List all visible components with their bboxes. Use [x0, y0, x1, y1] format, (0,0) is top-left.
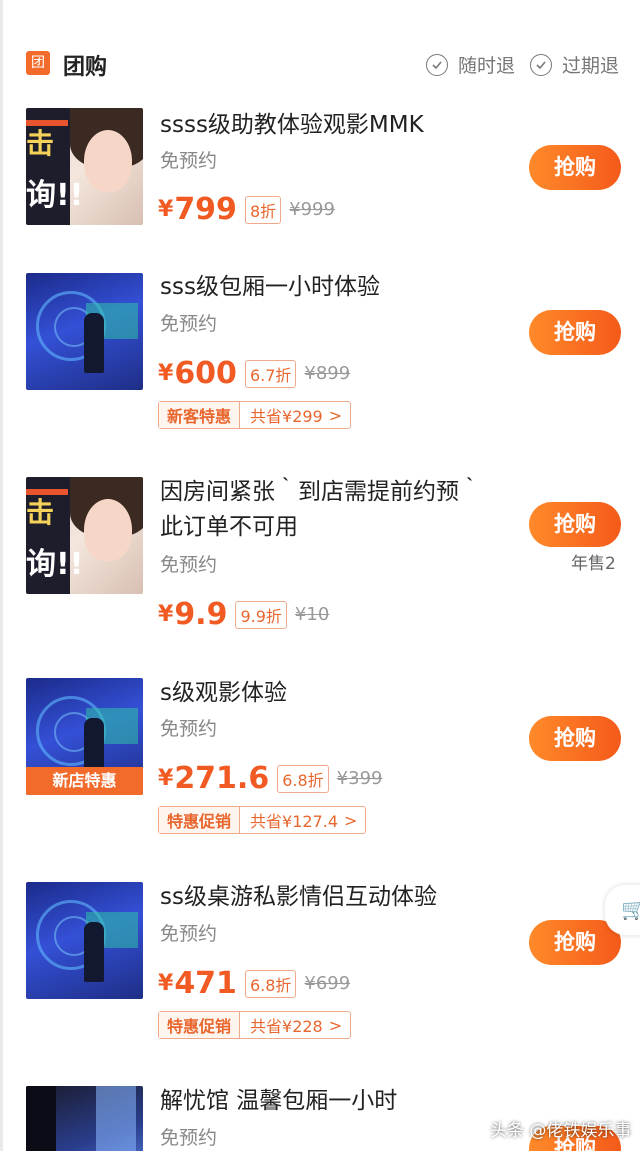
- refund-anytime-badge: 随时退: [426, 51, 515, 78]
- refund-anytime-label: 随时退: [458, 55, 516, 77]
- deal-price: 799: [174, 192, 237, 227]
- thumb-text-bottom: 询!!: [26, 547, 84, 582]
- deal-title[interactable]: sss级包厢一小时体验: [160, 270, 380, 304]
- deal-thumbnail[interactable]: [26, 882, 143, 999]
- deal-price: 9.9: [174, 597, 228, 632]
- promo-savings: 共省¥299: [250, 407, 323, 426]
- buy-button[interactable]: 抢购: [529, 145, 621, 190]
- currency-symbol: ¥: [158, 197, 174, 222]
- discount-badge: 6.7折: [244, 359, 297, 388]
- original-price: ¥999: [289, 199, 335, 220]
- promo-tag[interactable]: 新客特惠 共省¥299 >: [158, 401, 352, 429]
- check-circle-icon: [530, 53, 552, 76]
- deal-price: 600: [174, 356, 237, 391]
- thumb-text-bottom: 询!!: [26, 178, 84, 213]
- new-store-tag: 新店特惠: [26, 767, 143, 795]
- deal-thumbnail[interactable]: 击 询!!: [26, 477, 143, 594]
- promo-tag[interactable]: 特惠促销 共省¥228 >: [158, 1011, 352, 1039]
- chevron-right-icon: >: [328, 405, 343, 425]
- buy-button[interactable]: 抢购: [529, 716, 621, 761]
- buy-button[interactable]: 抢购: [529, 920, 621, 965]
- deal-item[interactable]: ss级桌游私影情侣互动体验 免预约 ¥ 471 6.8折 ¥699 特惠促销 共…: [0, 882, 640, 1042]
- thumb-text-top: 击: [26, 127, 55, 160]
- promo-label: 特惠促销: [159, 1012, 241, 1038]
- deal-subtitle: 免预约: [160, 718, 218, 740]
- price-row: ¥ 600 6.7折 ¥899: [158, 356, 350, 391]
- deal-subtitle: 免预约: [160, 923, 218, 945]
- floating-cart-button[interactable]: 🛒: [605, 885, 640, 935]
- annual-sales: 年售2: [571, 554, 616, 574]
- deal-item[interactable]: sss级包厢一小时体验 免预约 ¥ 600 6.7折 ¥899 新客特惠 共省¥…: [0, 273, 640, 433]
- buy-button[interactable]: 抢购: [529, 502, 621, 547]
- deal-subtitle: 免预约: [160, 554, 218, 576]
- thumb-text-top: 击: [26, 496, 55, 529]
- deal-title[interactable]: s级观影体验: [160, 676, 287, 710]
- price-row: ¥ 471 6.8折 ¥699: [158, 966, 350, 1001]
- currency-symbol: ¥: [158, 766, 174, 791]
- watermark: 头条 @佬铁娱乐事: [490, 1121, 632, 1141]
- original-price: ¥10: [294, 604, 330, 625]
- thumb-person: [84, 313, 104, 373]
- deal-title[interactable]: 解忧馆 温馨包厢一小时: [160, 1086, 397, 1118]
- deal-item[interactable]: 击 询!! ssss级助教体验观影MMK 免预约 ¥ 799 8折 ¥999 抢…: [0, 108, 640, 238]
- deal-subtitle: 免预约: [160, 1127, 218, 1149]
- check-circle-icon: [426, 53, 448, 76]
- currency-symbol: ¥: [158, 971, 174, 996]
- discount-badge: 8折: [244, 195, 282, 224]
- refund-expired-badge: 过期退: [530, 51, 619, 78]
- discount-badge: 6.8折: [244, 969, 297, 998]
- currency-symbol: ¥: [158, 602, 174, 627]
- thumb-person: [84, 922, 104, 982]
- currency-symbol: ¥: [158, 361, 174, 386]
- thumb-face: [84, 130, 132, 192]
- promo-label: 新客特惠: [159, 402, 241, 428]
- chevron-right-icon: >: [344, 810, 358, 830]
- deal-price: 471: [174, 966, 237, 1001]
- deal-title-line2[interactable]: 此订单不可用: [160, 510, 298, 544]
- section-title: 团购: [63, 55, 108, 80]
- discount-badge: 6.8折: [277, 764, 329, 793]
- deal-subtitle: 免预约: [160, 150, 218, 172]
- promo-savings: 共省¥228: [250, 1017, 323, 1036]
- deal-item[interactable]: 新店特惠 s级观影体验 免预约 ¥ 271.6 6.8折 ¥399 特惠促销 共…: [0, 678, 640, 838]
- promo-label: 特惠促销: [159, 807, 241, 833]
- deal-title[interactable]: ssss级助教体验观影MMK: [160, 108, 424, 142]
- original-price: ¥699: [304, 973, 351, 994]
- thumb-face: [84, 499, 132, 561]
- deal-thumbnail[interactable]: [26, 273, 143, 390]
- original-price: ¥399: [336, 768, 383, 789]
- price-row: ¥ 271.6 6.8折 ¥399: [158, 761, 382, 796]
- discount-badge: 9.9折: [235, 600, 287, 629]
- deal-price: 271.6: [174, 761, 270, 796]
- group-buy-header: 团 团购 随时退 过期退: [0, 0, 640, 100]
- thumb-wall: [26, 1086, 56, 1151]
- original-price: ¥899: [304, 363, 351, 384]
- promo-savings: 共省¥127.4: [250, 812, 339, 831]
- cart-icon: 🛒: [621, 897, 640, 921]
- deal-item[interactable]: 击 询!! 因房间紧张｀到店需提前约预｀ 此订单不可用 免预约 ¥ 9.9 9.…: [0, 477, 640, 637]
- refund-expired-label: 过期退: [562, 55, 620, 77]
- deal-title[interactable]: ss级桌游私影情侣互动体验: [160, 880, 437, 914]
- buy-button[interactable]: 抢购: [529, 310, 621, 355]
- group-buy-icon: 团: [26, 51, 50, 75]
- deal-subtitle: 免预约: [160, 313, 218, 335]
- promo-tag[interactable]: 特惠促销 共省¥127.4 >: [158, 806, 367, 834]
- deal-thumbnail[interactable]: 新店特惠: [26, 678, 143, 795]
- deal-thumbnail[interactable]: 击 询!!: [26, 108, 143, 225]
- price-row: ¥ 799 8折 ¥999: [158, 192, 335, 227]
- deal-thumbnail[interactable]: [26, 1086, 143, 1151]
- thumb-light: [96, 1086, 136, 1151]
- chevron-right-icon: >: [328, 1015, 343, 1035]
- deal-title-line1[interactable]: 因房间紧张｀到店需提前约预｀: [160, 475, 482, 509]
- price-row: ¥ 9.9 9.9折 ¥10: [158, 597, 329, 632]
